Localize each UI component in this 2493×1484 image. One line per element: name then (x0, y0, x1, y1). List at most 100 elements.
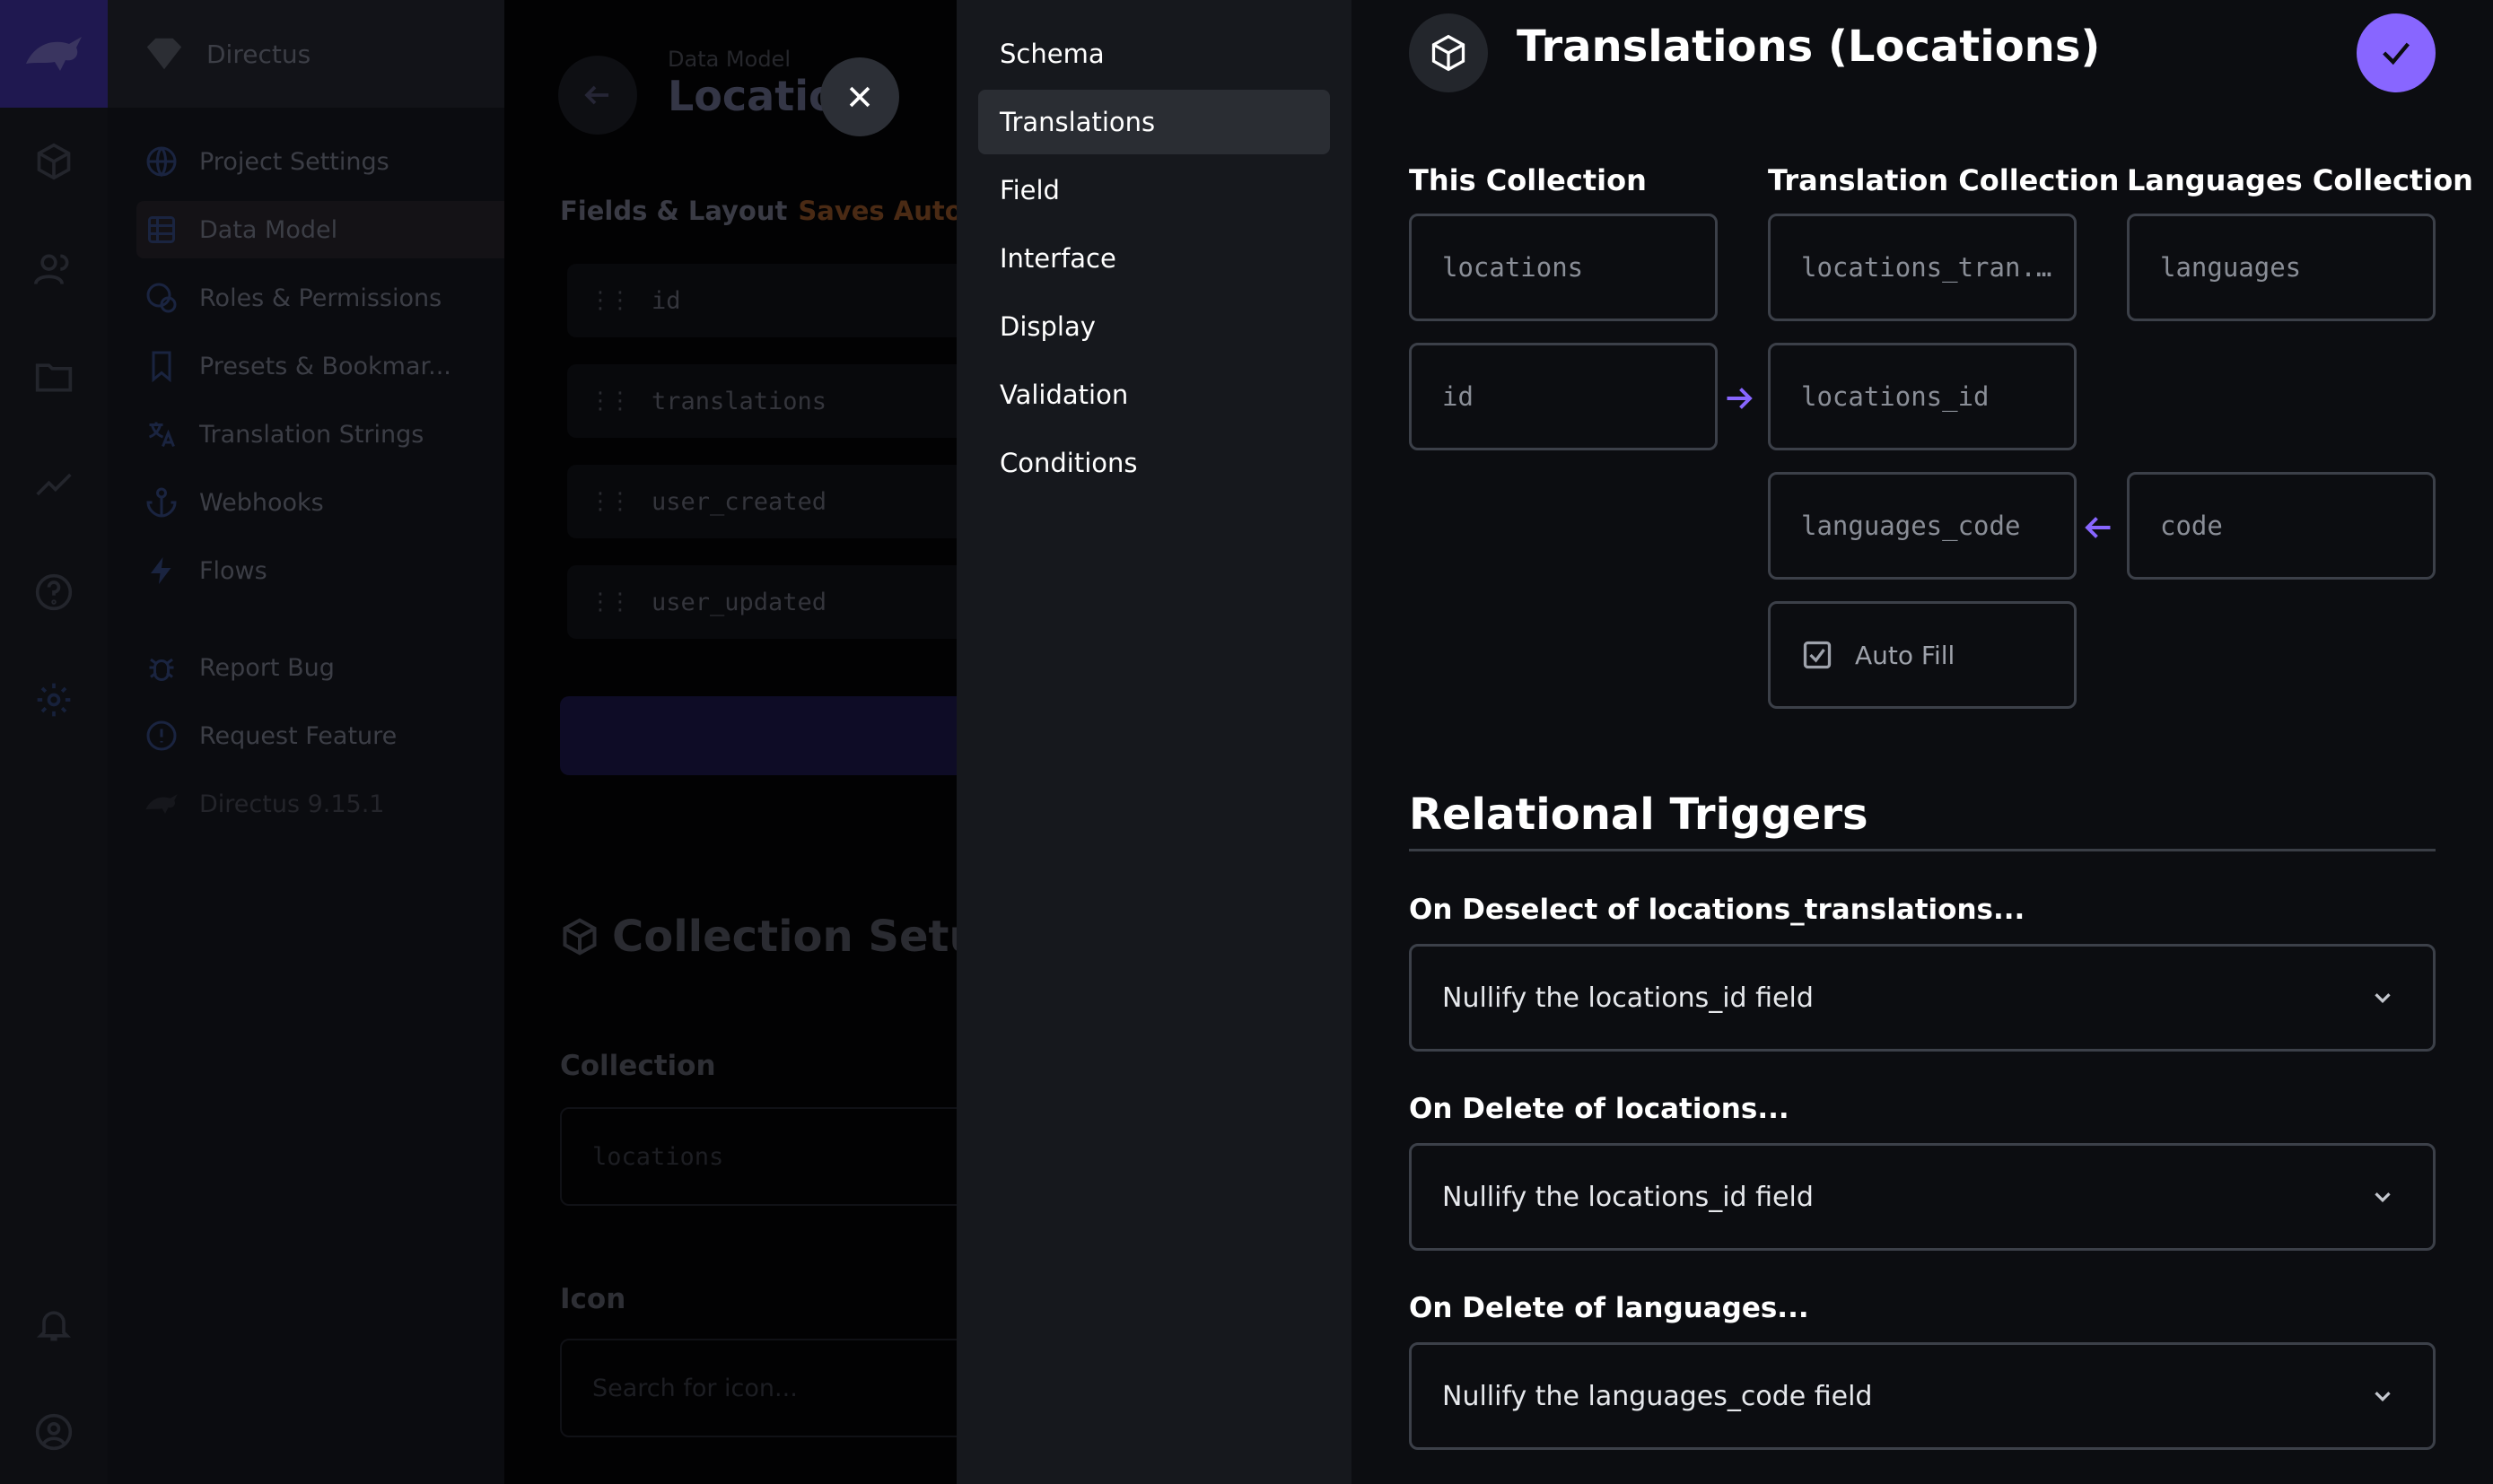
project-logo-icon (146, 38, 182, 70)
drawer-tab-translations[interactable]: Translations (978, 90, 1330, 154)
section-divider (1409, 849, 2436, 851)
nav-label: Presets & Bookmar... (199, 352, 451, 380)
notifications-icon[interactable] (32, 1303, 75, 1346)
drawer-tab-validation[interactable]: Validation (978, 362, 1330, 427)
this-collection-input[interactable]: locations (1409, 214, 1718, 321)
nav-item-flows[interactable]: Flows (144, 542, 485, 599)
user-avatar-icon[interactable] (32, 1410, 75, 1453)
nav-label: Flows (199, 556, 267, 585)
nav-item-report-bug[interactable]: Report Bug (144, 639, 485, 696)
nav-item-translation-strings[interactable]: Translation Strings (144, 406, 485, 463)
setup-title-text: Collection Setup (612, 912, 957, 962)
translation-fk-this-value: locations_id (1801, 381, 1990, 412)
nav-label: Directus 9.15.1 (199, 790, 385, 818)
back-button[interactable] (558, 56, 637, 135)
bookmark-icon (144, 348, 179, 384)
drag-handle-icon[interactable]: ⋮⋮ (589, 287, 632, 314)
this-field-input[interactable]: id (1409, 343, 1718, 450)
translations-drawer: Translations (Locations) This Collection… (1351, 0, 2493, 1484)
check-icon (2383, 42, 2410, 65)
field-drawer-nav: Schema Translations Field Interface Disp… (957, 0, 1351, 1484)
languages-collection-input[interactable]: languages (2127, 214, 2436, 321)
bolt-icon (144, 553, 179, 589)
nav-label: Request Feature (199, 721, 398, 750)
roles-icon (144, 280, 179, 316)
translation-fk-lang-value: languages_code (1801, 511, 2021, 541)
translate-icon (144, 416, 179, 452)
files-module-icon[interactable] (32, 355, 75, 398)
field-row[interactable]: ⋮⋮ user_created (567, 465, 957, 538)
field-name: translations (652, 387, 827, 415)
fields-label-text: Fields & Layout (560, 196, 788, 226)
collection-setup-title: Collection Setup (560, 912, 957, 962)
auto-fill-label: Auto Fill (1855, 640, 1955, 670)
trigger-select-delete-languages[interactable]: Nullify the languages_code field (1409, 1342, 2436, 1450)
select-value: Nullify the locations_id field (1442, 982, 1814, 1014)
drawer-tab-field[interactable]: Field (978, 158, 1330, 223)
drawer-tab-schema[interactable]: Schema (978, 22, 1330, 86)
arrow-right-icon (1721, 380, 1757, 416)
module-bar (0, 0, 108, 1484)
select-value: Nullify the locations_id field (1442, 1181, 1814, 1213)
help-module-icon[interactable] (32, 571, 75, 614)
select-value: Nullify the languages_code field (1442, 1380, 1873, 1412)
create-field-button[interactable] (560, 696, 957, 775)
drag-handle-icon[interactable]: ⋮⋮ (589, 589, 632, 615)
anchor-icon (144, 484, 179, 520)
relational-triggers-title: Relational Triggers (1409, 790, 1868, 840)
nav-item-project-settings[interactable]: Project Settings (144, 133, 485, 190)
translation-fk-this-input[interactable]: locations_id (1768, 343, 2077, 450)
nav-item-presets[interactable]: Presets & Bookmar... (144, 337, 485, 395)
chevron-down-icon (2368, 983, 2397, 1012)
chevron-down-icon (2368, 1382, 2397, 1410)
insights-module-icon[interactable] (32, 463, 75, 506)
nav-item-webhooks[interactable]: Webhooks (144, 474, 485, 531)
collection-input[interactable]: locations (560, 1107, 957, 1206)
nav-label: Webhooks (199, 488, 324, 517)
field-row[interactable]: ⋮⋮ translations (567, 364, 957, 438)
drawer-tab-interface[interactable]: Interface (978, 226, 1330, 291)
rabbit-icon (144, 786, 179, 822)
drawer-tab-display[interactable]: Display (978, 294, 1330, 359)
languages-field-input[interactable]: code (2127, 472, 2436, 580)
save-button[interactable] (2357, 13, 2436, 92)
translation-collection-input[interactable]: locations_tran... (1768, 214, 2077, 321)
users-module-icon[interactable] (32, 248, 75, 291)
drag-handle-icon[interactable]: ⋮⋮ (589, 488, 632, 515)
fields-layout-label: Fields & Layout Saves Autom (560, 196, 957, 226)
drawer-tab-conditions[interactable]: Conditions (978, 431, 1330, 495)
nav-label: Report Bug (199, 653, 335, 682)
trigger-select-deselect[interactable]: Nullify the locations_id field (1409, 944, 2436, 1052)
nav-item-roles[interactable]: Roles & Permissions (144, 269, 485, 327)
auto-fill-checkbox[interactable]: Auto Fill (1768, 601, 2077, 709)
field-row[interactable]: ⋮⋮ user_updated (567, 565, 957, 639)
translation-fk-lang-input[interactable]: languages_code (1768, 472, 2077, 580)
drawer-title: Translations (Locations) (1517, 22, 2101, 72)
content-module-icon[interactable] (32, 140, 75, 183)
background-app: Directus Project Settings Data Model Rol… (0, 0, 957, 1484)
translation-collection-value: locations_tran... (1801, 252, 2061, 283)
list-icon (144, 212, 179, 248)
bug-icon (144, 650, 179, 685)
field-name: user_created (652, 487, 827, 516)
nav-label: Project Settings (199, 147, 389, 176)
trigger-select-delete-locations[interactable]: Nullify the locations_id field (1409, 1143, 2436, 1251)
directus-logo (0, 0, 108, 108)
field-row[interactable]: ⋮⋮ id (567, 264, 957, 337)
feature-icon (144, 718, 179, 754)
project-header: Directus (108, 0, 504, 108)
collection-label: Collection (560, 1050, 716, 1082)
this-field-value: id (1442, 381, 1474, 412)
nav-label: Translation Strings (199, 420, 424, 449)
nav-item-version: Directus 9.15.1 (144, 775, 485, 833)
settings-module-icon[interactable] (32, 678, 75, 721)
trigger-label-delete-languages: On Delete of languages... (1409, 1292, 1809, 1324)
field-name: user_updated (652, 588, 827, 616)
drag-handle-icon[interactable]: ⋮⋮ (589, 388, 632, 415)
data-model-page: Data Model Locatio Fields & Layout Saves … (504, 0, 957, 1484)
languages-collection-label: Languages Collection (2127, 163, 2473, 197)
nav-item-request-feature[interactable]: Request Feature (144, 707, 485, 764)
icon-search-input[interactable]: Search for icon... (560, 1339, 957, 1437)
breadcrumb[interactable]: Data Model (668, 47, 791, 72)
close-drawer-button[interactable] (820, 57, 899, 136)
